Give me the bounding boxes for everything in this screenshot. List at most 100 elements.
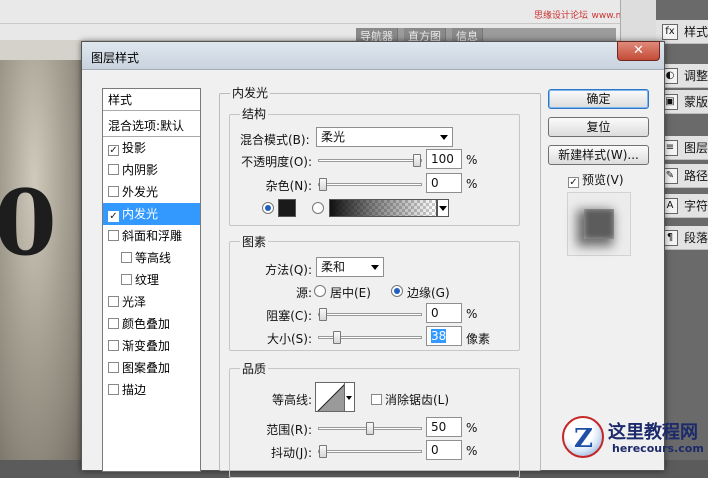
- contour-dropdown[interactable]: [345, 382, 355, 412]
- styles-icon: fx: [662, 24, 678, 40]
- jitter-label: 抖动(J):: [271, 446, 312, 460]
- style-checkbox[interactable]: [108, 340, 119, 351]
- size-slider[interactable]: [318, 331, 422, 344]
- opacity-slider-thumb[interactable]: [413, 154, 421, 167]
- contour-label: 等高线:: [271, 393, 312, 407]
- watermark-logo: Z 这里教程网 herecours.com: [562, 414, 708, 460]
- noise-input[interactable]: 0: [426, 173, 462, 193]
- color-radio[interactable]: [262, 202, 274, 214]
- style-item[interactable]: ✓ 投影: [103, 137, 200, 159]
- style-checkbox[interactable]: ✓: [108, 211, 119, 222]
- ok-button[interactable]: 确定: [548, 89, 649, 109]
- structure-title: 结构: [240, 105, 269, 122]
- choke-percent: %: [466, 307, 478, 321]
- style-checkbox[interactable]: [108, 230, 119, 241]
- size-input[interactable]: 38: [426, 326, 462, 346]
- range-input[interactable]: 50: [426, 417, 462, 437]
- style-item-label: 渐变叠加: [122, 339, 171, 353]
- style-item-label: 外发光: [122, 185, 159, 199]
- opacity-input[interactable]: 100: [426, 149, 462, 169]
- gradient-radio[interactable]: [312, 202, 324, 214]
- contour-picker[interactable]: [315, 382, 345, 412]
- style-checkbox[interactable]: [108, 164, 119, 175]
- range-slider[interactable]: [318, 422, 422, 435]
- dialog-titlebar[interactable]: 图层样式 ✕: [82, 41, 664, 70]
- blend-mode-label: 混合模式(B):: [240, 133, 310, 147]
- glow-gradient-swatch[interactable]: [329, 199, 437, 217]
- chevron-down-icon: [440, 135, 448, 140]
- noise-slider-thumb[interactable]: [319, 178, 327, 191]
- range-slider-thumb[interactable]: [366, 422, 374, 435]
- technique-select[interactable]: 柔和: [316, 257, 384, 277]
- quality-title: 品质: [240, 360, 269, 377]
- style-checkbox[interactable]: [108, 318, 119, 329]
- jitter-slider-thumb[interactable]: [319, 445, 327, 458]
- new-style-button[interactable]: 新建样式(W)...: [548, 145, 649, 165]
- style-item[interactable]: 斜面和浮雕: [103, 225, 200, 247]
- jitter-slider[interactable]: [318, 445, 422, 458]
- source-edge-label[interactable]: 边缘(G): [407, 284, 450, 301]
- choke-slider-thumb[interactable]: [319, 308, 327, 321]
- close-icon: ✕: [633, 43, 644, 58]
- style-item[interactable]: 渐变叠加: [103, 335, 200, 357]
- style-checkbox[interactable]: [108, 362, 119, 373]
- choke-slider[interactable]: [318, 308, 422, 321]
- logo-url: herecours.com: [612, 442, 704, 455]
- logo-letter: Z: [574, 424, 593, 454]
- layer-style-dialog: 图层样式 ✕ 样式 混合选项:默认 ✓ 投影 内阴影 外发光 ✓ 内发光 斜面和浮雕 等高线纹…: [81, 41, 665, 478]
- size-unit: 像素: [466, 332, 491, 346]
- styles-list: 样式 混合选项:默认 ✓ 投影 内阴影 外发光 ✓ 内发光 斜面和浮雕 等高线 纹理 光泽 颜色叠加…: [102, 88, 201, 472]
- source-label: 源:: [295, 286, 312, 300]
- style-item[interactable]: 等高线: [103, 247, 200, 269]
- style-item-label: 颜色叠加: [122, 317, 171, 331]
- size-slider-thumb[interactable]: [333, 331, 341, 344]
- noise-slider[interactable]: [318, 178, 422, 191]
- style-checkbox[interactable]: [108, 186, 119, 197]
- blend-options-default[interactable]: 混合选项:默认: [103, 115, 200, 137]
- preview-check[interactable]: ✓: [568, 177, 579, 188]
- source-center-radio[interactable]: [314, 285, 326, 297]
- style-item-label: 纹理: [135, 273, 160, 287]
- styles-header[interactable]: 样式: [103, 89, 200, 111]
- choke-input[interactable]: 0: [426, 303, 462, 323]
- style-item[interactable]: 光泽: [103, 291, 200, 313]
- style-checkbox[interactable]: ✓: [108, 145, 119, 156]
- logo-name: 这里教程网: [608, 422, 698, 443]
- watermark-text: 思缘设计论坛: [534, 11, 589, 21]
- style-item[interactable]: 内阴影: [103, 159, 200, 181]
- style-item[interactable]: 图案叠加: [103, 357, 200, 379]
- inner-glow-title: 内发光: [230, 84, 271, 101]
- style-item[interactable]: ✓ 内发光: [103, 203, 200, 225]
- style-preview: [567, 192, 631, 256]
- antialias-checkbox[interactable]: 消除锯齿(L): [371, 391, 449, 408]
- close-button[interactable]: ✕: [617, 41, 660, 61]
- source-edge-radio[interactable]: [391, 285, 403, 297]
- style-item-label: 描边: [122, 383, 147, 397]
- style-item[interactable]: 颜色叠加: [103, 313, 200, 335]
- dialog-title: 图层样式: [91, 51, 140, 65]
- style-item[interactable]: 纹理: [103, 269, 200, 291]
- gradient-dropdown[interactable]: [437, 199, 449, 217]
- style-item-label: 光泽: [122, 295, 147, 309]
- style-item[interactable]: 描边: [103, 379, 200, 401]
- style-item-label: 投影: [122, 141, 147, 155]
- preview-checkbox[interactable]: ✓ 预览(V): [568, 171, 624, 188]
- contour-curve-icon: [317, 384, 344, 411]
- style-checkbox[interactable]: [108, 384, 119, 395]
- range-label: 范围(R):: [266, 423, 312, 437]
- style-item[interactable]: 外发光: [103, 181, 200, 203]
- canvas-artwork: 0: [0, 170, 57, 276]
- logo-emblem: Z: [562, 416, 604, 458]
- blend-mode-select[interactable]: 柔光: [316, 127, 453, 147]
- antialias-check[interactable]: [371, 394, 382, 405]
- reset-button[interactable]: 复位: [548, 117, 649, 137]
- opacity-slider[interactable]: [318, 154, 422, 167]
- style-checkbox[interactable]: [121, 274, 132, 285]
- noise-percent: %: [466, 177, 478, 191]
- style-checkbox[interactable]: [108, 296, 119, 307]
- source-center-label[interactable]: 居中(E): [330, 284, 371, 301]
- glow-color-swatch[interactable]: [278, 199, 296, 217]
- jitter-input[interactable]: 0: [426, 440, 462, 460]
- range-percent: %: [466, 421, 478, 435]
- style-checkbox[interactable]: [121, 252, 132, 263]
